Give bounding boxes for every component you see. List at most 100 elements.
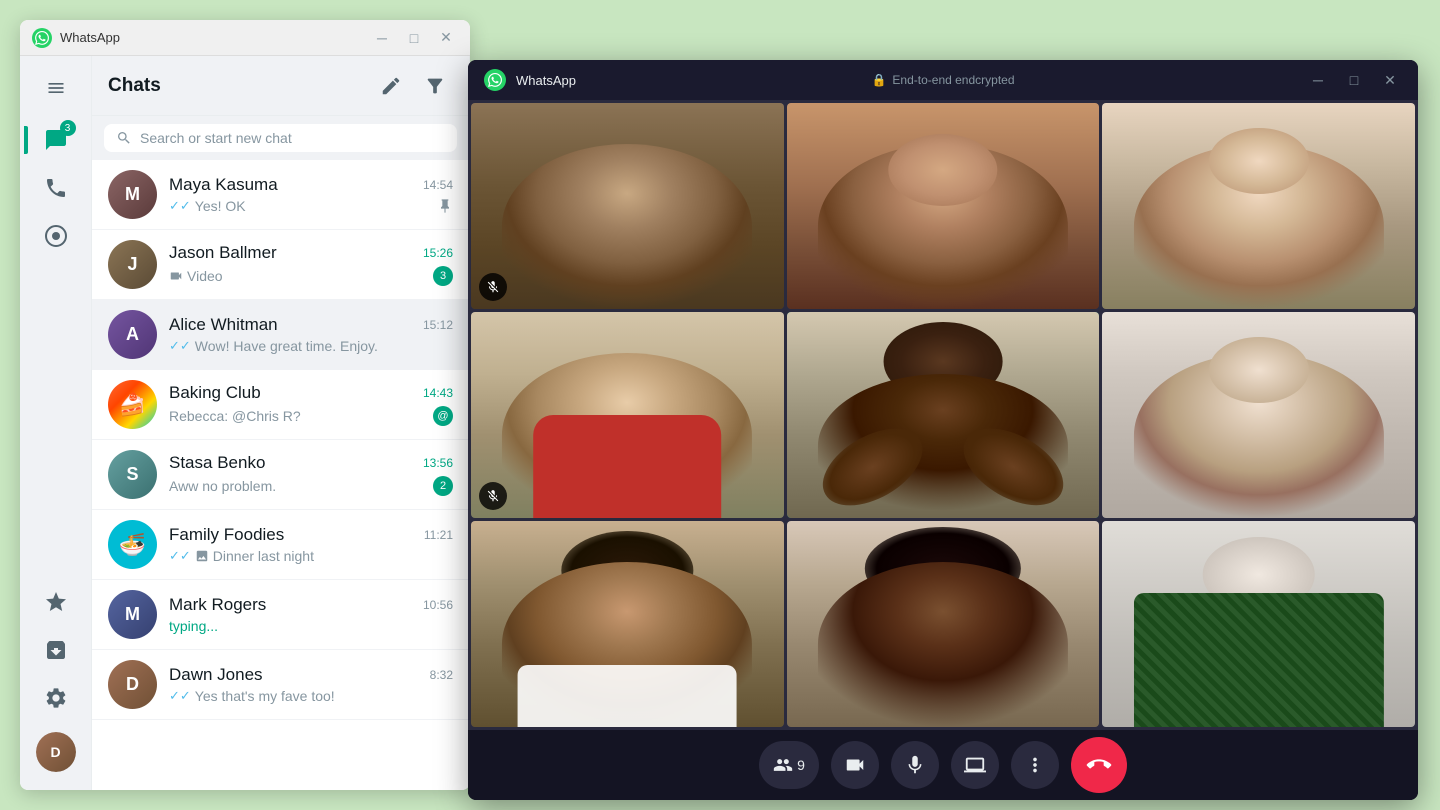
sidebar-top: 3 xyxy=(34,66,78,580)
sidebar-item-settings[interactable] xyxy=(34,676,78,720)
chat-preview-mark: typing... xyxy=(169,618,218,634)
lock-icon: 🔒 xyxy=(871,73,886,87)
video-close-btn[interactable]: ✕ xyxy=(1378,68,1402,92)
chat-time-mark: 10:56 xyxy=(423,598,453,612)
chat-preview-baking: Rebecca: @Chris R? xyxy=(169,408,301,424)
sidebar-item-calls[interactable] xyxy=(34,166,78,210)
search-input-wrap xyxy=(104,124,457,152)
maximize-btn[interactable]: □ xyxy=(402,26,426,50)
main-whatsapp-window: WhatsApp ─ □ ✕ 3 xyxy=(20,20,470,790)
video-window-controls: ─ □ ✕ xyxy=(1306,68,1402,92)
chat-item-dawn[interactable]: D Dawn Jones 8:32 ✓✓ Yes that's my fave … xyxy=(92,650,469,720)
chat-time-baking: 14:43 xyxy=(423,386,453,400)
video-toggle-btn[interactable] xyxy=(831,741,879,789)
encryption-indicator: 🔒 End-to-end endcrypted xyxy=(871,73,1014,87)
window-controls: ─ □ ✕ xyxy=(370,26,458,50)
search-icon xyxy=(116,130,132,146)
video-app-logo xyxy=(484,69,506,91)
chat-list: M Maya Kasuma 14:54 ✓✓ Yes! OK xyxy=(92,160,469,790)
chat-item-stasa[interactable]: S Stasa Benko 13:56 Aww no problem. 2 xyxy=(92,440,469,510)
video-maximize-btn[interactable]: □ xyxy=(1342,68,1366,92)
chat-name-maya: Maya Kasuma xyxy=(169,175,278,195)
mute-btn[interactable] xyxy=(891,741,939,789)
chat-time-family: 11:21 xyxy=(424,528,453,542)
chat-preview-maya: ✓✓ Yes! OK xyxy=(169,198,246,214)
participants-count: 9 xyxy=(797,757,805,773)
badge-jason: 3 xyxy=(433,266,453,286)
sidebar: 3 xyxy=(20,56,92,790)
avatar-mark: M xyxy=(108,590,157,639)
video-cell-5 xyxy=(787,312,1100,518)
avatar-alice: A xyxy=(108,310,157,359)
main-titlebar: WhatsApp ─ □ ✕ xyxy=(20,20,470,56)
chat-item-baking[interactable]: 🍰 Baking Club 14:43 Rebecca: @Chris R? @ xyxy=(92,370,469,440)
chat-item-maya[interactable]: M Maya Kasuma 14:54 ✓✓ Yes! OK xyxy=(92,160,469,230)
video-cell-8 xyxy=(787,521,1100,727)
video-call-window: WhatsApp 🔒 End-to-end endcrypted ─ □ ✕ xyxy=(468,60,1418,800)
video-cell-3 xyxy=(1102,103,1415,309)
avatar-dawn: D xyxy=(108,660,157,709)
video-titlebar: WhatsApp 🔒 End-to-end endcrypted ─ □ ✕ xyxy=(468,60,1418,100)
sidebar-item-status[interactable] xyxy=(34,214,78,258)
chat-name-mark: Mark Rogers xyxy=(169,595,266,615)
sidebar-item-archive[interactable] xyxy=(34,628,78,672)
chat-name-alice: Alice Whitman xyxy=(169,315,278,335)
chat-name-jason: Jason Ballmer xyxy=(169,243,277,263)
app-logo xyxy=(32,28,52,48)
badge-baking: @ xyxy=(433,406,453,426)
close-btn[interactable]: ✕ xyxy=(434,26,458,50)
chat-time-stasa: 13:56 xyxy=(423,456,453,470)
app-content: 3 xyxy=(20,56,470,790)
chat-preview-stasa: Aww no problem. xyxy=(169,478,276,494)
video-cell-2 xyxy=(787,103,1100,309)
chat-panel-title: Chats xyxy=(108,75,373,97)
video-cell-6 xyxy=(1102,312,1415,518)
user-avatar[interactable]: D xyxy=(36,732,76,772)
chat-preview-jason: Video xyxy=(169,268,223,284)
screen-share-btn[interactable] xyxy=(951,741,999,789)
sidebar-menu-btn[interactable] xyxy=(34,66,78,110)
call-controls-bar: 9 xyxy=(468,730,1418,800)
sidebar-item-chats[interactable]: 3 xyxy=(34,118,78,162)
chat-name-stasa: Stasa Benko xyxy=(169,453,265,473)
chat-time-dawn: 8:32 xyxy=(430,668,453,682)
chat-preview-family: ✓✓ Dinner last night xyxy=(169,548,314,564)
avatar-baking: 🍰 xyxy=(108,380,157,429)
chat-time-alice: 15:12 xyxy=(423,318,453,332)
video-minimize-btn[interactable]: ─ xyxy=(1306,68,1330,92)
chat-item-alice[interactable]: A Alice Whitman 15:12 ✓✓ Wow! Have great… xyxy=(92,300,469,370)
participants-btn[interactable]: 9 xyxy=(759,741,819,789)
chats-badge: 3 xyxy=(60,120,76,136)
sidebar-bottom: D xyxy=(34,580,78,780)
video-grid xyxy=(468,100,1418,730)
filter-btn[interactable] xyxy=(417,68,453,104)
more-options-btn[interactable] xyxy=(1011,741,1059,789)
minimize-btn[interactable]: ─ xyxy=(370,26,394,50)
titlebar-app-name: WhatsApp xyxy=(60,30,362,45)
chat-panel: Chats xyxy=(92,56,470,790)
video-cell-7 xyxy=(471,521,784,727)
new-chat-btn[interactable] xyxy=(373,68,409,104)
chat-item-mark[interactable]: M Mark Rogers 10:56 typing... xyxy=(92,580,469,650)
encryption-text: End-to-end endcrypted xyxy=(892,73,1014,87)
end-call-btn[interactable] xyxy=(1071,737,1127,793)
pin-icon-maya xyxy=(437,198,453,214)
chat-time-maya: 14:54 xyxy=(423,178,453,192)
chat-header-icons xyxy=(373,68,453,104)
avatar-stasa: S xyxy=(108,450,157,499)
video-cell-1 xyxy=(471,103,784,309)
chat-preview-alice: ✓✓ Wow! Have great time. Enjoy. xyxy=(169,338,378,354)
chat-item-family[interactable]: 🍜 Family Foodies 11:21 ✓✓ Dinner last ni… xyxy=(92,510,469,580)
avatar-jason: J xyxy=(108,240,157,289)
avatar-family: 🍜 xyxy=(108,520,157,569)
sidebar-item-starred[interactable] xyxy=(34,580,78,624)
video-cell-9 xyxy=(1102,521,1415,727)
chat-name-family: Family Foodies xyxy=(169,525,284,545)
search-input[interactable] xyxy=(140,130,445,146)
chat-name-baking: Baking Club xyxy=(169,383,261,403)
search-bar xyxy=(92,116,469,160)
chat-item-jason[interactable]: J Jason Ballmer 15:26 Video 3 xyxy=(92,230,469,300)
chat-name-dawn: Dawn Jones xyxy=(169,665,263,685)
chat-preview-dawn: ✓✓ Yes that's my fave too! xyxy=(169,688,335,704)
mic-muted-4 xyxy=(479,482,507,510)
